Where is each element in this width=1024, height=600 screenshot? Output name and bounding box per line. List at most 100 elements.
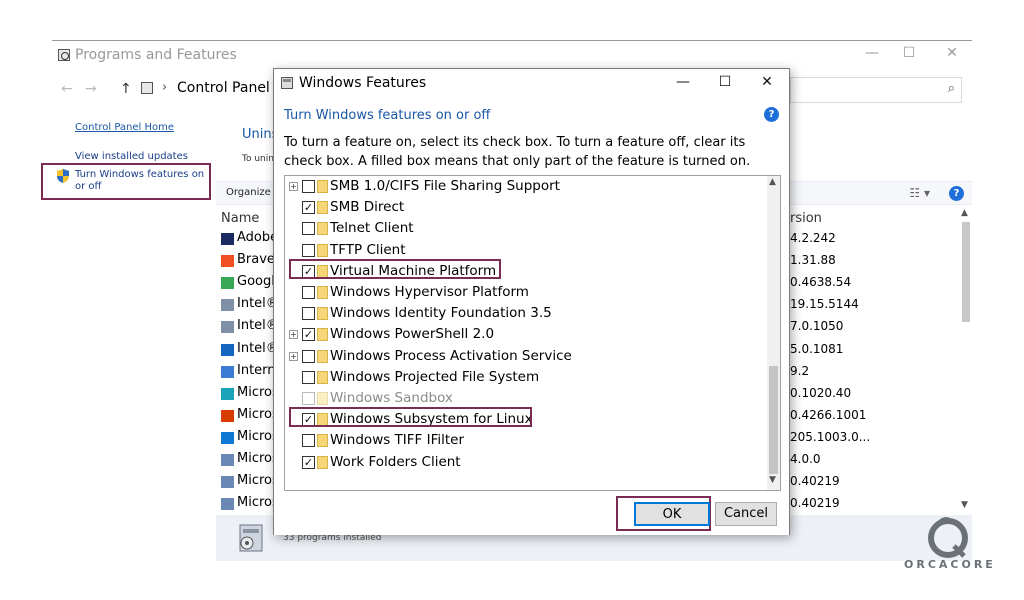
folder-icon [317,392,328,405]
chevron-right-icon: › [162,80,168,95]
feature-checkbox[interactable]: ✓ [302,328,315,342]
feature-checkbox[interactable] [302,180,315,193]
highlight-box [41,163,211,200]
control-panel-home-link[interactable]: Control Panel Home [75,122,174,133]
organize-button[interactable]: Organize ▾ [226,187,279,198]
feature-item[interactable]: Windows Hypervisor Platform [285,283,765,304]
features-window-icon [281,77,293,89]
ok-button[interactable]: OK [634,502,710,526]
expand-icon[interactable]: + [289,182,298,191]
scroll-down-icon[interactable]: ▼ [961,500,968,510]
feature-checkbox[interactable] [302,434,315,448]
program-version: 19.15.5144 [790,297,859,312]
feature-checkbox[interactable]: ✓ [302,455,315,469]
scroll-thumb[interactable] [962,222,970,322]
list-scrollbar[interactable]: ▲ ▼ [960,206,972,512]
program-name: Adobe [237,230,279,245]
minimize-button[interactable]: — [860,45,884,61]
dialog-heading: Turn Windows features on or off [284,108,491,123]
up-arrow-icon[interactable]: ↑ [120,81,132,97]
feature-label: SMB 1.0/CIFS File Sharing Support [330,178,560,194]
program-icon [221,431,234,444]
feature-label: Work Folders Client [330,453,461,470]
feature-label: SMB Direct [330,199,405,216]
column-header-version[interactable]: rsion [790,211,822,226]
back-arrow-icon[interactable]: ← [61,81,73,97]
tree-scrollbar[interactable]: ▲ ▼ [767,176,780,490]
feature-label: Windows Process Activation Service [330,347,572,364]
feature-item[interactable]: Windows Projected File System [285,368,765,389]
feature-label: Windows TIFF IFilter [330,432,465,449]
feature-checkbox[interactable] [302,222,315,236]
control-panel-icon [141,82,153,94]
scroll-down-icon[interactable]: ▼ [769,475,776,485]
folder-icon [317,370,328,384]
folder-icon [317,180,328,193]
windows-features-dialog: Windows Features — ☐ ✕ Turn Windows feat… [273,68,790,535]
folder-icon [317,455,328,469]
dialog-title-bar: Windows Features — ☐ ✕ [274,69,789,99]
scroll-up-icon[interactable]: ▲ [769,177,776,187]
expand-icon[interactable]: + [289,351,298,361]
program-icon [221,277,234,290]
program-icon [221,387,234,400]
feature-item[interactable]: Windows Identity Foundation 3.5 [285,304,765,325]
feature-item[interactable]: + ✓ Windows PowerShell 2.0 [285,325,765,346]
program-icon [221,476,234,489]
program-name: Brave [237,252,275,268]
minimize-button[interactable]: — [672,74,694,90]
program-icon [221,255,234,268]
search-input[interactable]: ⌕ [790,77,962,103]
program-version: 0.4638.54 [790,275,852,290]
program-icon [221,498,234,511]
program-version: 0.1020.40 [790,385,852,400]
folder-icon [317,201,328,215]
feature-label: Windows Sandbox [330,390,453,406]
feature-item[interactable]: Telnet Client [285,219,765,240]
program-icon [221,365,234,378]
help-icon[interactable]: ? [764,107,779,122]
feature-checkbox[interactable] [302,370,315,384]
scroll-up-icon[interactable]: ▲ [961,208,968,218]
feature-item[interactable]: ✓ Work Folders Client [285,453,765,474]
scroll-thumb[interactable] [769,366,778,474]
expand-icon[interactable]: + [289,330,298,340]
program-icon [221,299,234,312]
program-version: 4.2.242 [790,231,836,245]
feature-item[interactable]: + Windows Process Activation Service [285,347,765,368]
program-icon [221,454,234,466]
feature-item[interactable]: + SMB 1.0/CIFS File Sharing Support [285,177,765,198]
feature-label: Windows Hypervisor Platform [330,284,529,300]
feature-item[interactable]: Windows TIFF IFilter [285,431,765,452]
folder-icon [317,222,328,236]
view-installed-updates-link[interactable]: View installed updates [75,151,188,162]
program-version: 7.0.1050 [790,319,844,334]
breadcrumb[interactable]: Control Panel [177,80,270,96]
program-version: 1.31.88 [790,253,836,268]
feature-checkbox[interactable]: ✓ [302,201,315,215]
help-icon[interactable]: ? [949,186,964,201]
maximize-button[interactable]: ☐ [897,45,921,61]
feature-checkbox[interactable] [302,349,315,363]
feature-item[interactable]: ✓ SMB Direct [285,198,765,219]
column-header-name[interactable]: Name [221,211,259,226]
dialog-description: To turn a feature on, select its check b… [284,135,751,169]
program-icon [221,343,234,356]
cancel-button[interactable]: Cancel [715,502,777,526]
close-button[interactable]: ✕ [756,74,778,90]
feature-checkbox[interactable] [302,243,315,257]
folder-icon [317,243,328,257]
feature-label: TFTP Client [330,241,406,258]
feature-checkbox[interactable] [302,286,315,299]
program-version: 9.2 [790,363,810,378]
close-button[interactable]: ✕ [940,45,964,61]
program-package-icon [239,524,263,552]
feature-checkbox[interactable] [302,307,315,321]
dialog-title: Windows Features [299,75,427,91]
forward-arrow-icon[interactable]: → [85,81,97,97]
feature-checkbox [302,392,315,405]
program-version: 5.0.1081 [790,341,844,356]
view-options-icon[interactable]: ☷ ▾ [909,186,930,200]
maximize-button[interactable]: ☐ [714,74,736,90]
window-title: Programs and Features [75,47,237,63]
